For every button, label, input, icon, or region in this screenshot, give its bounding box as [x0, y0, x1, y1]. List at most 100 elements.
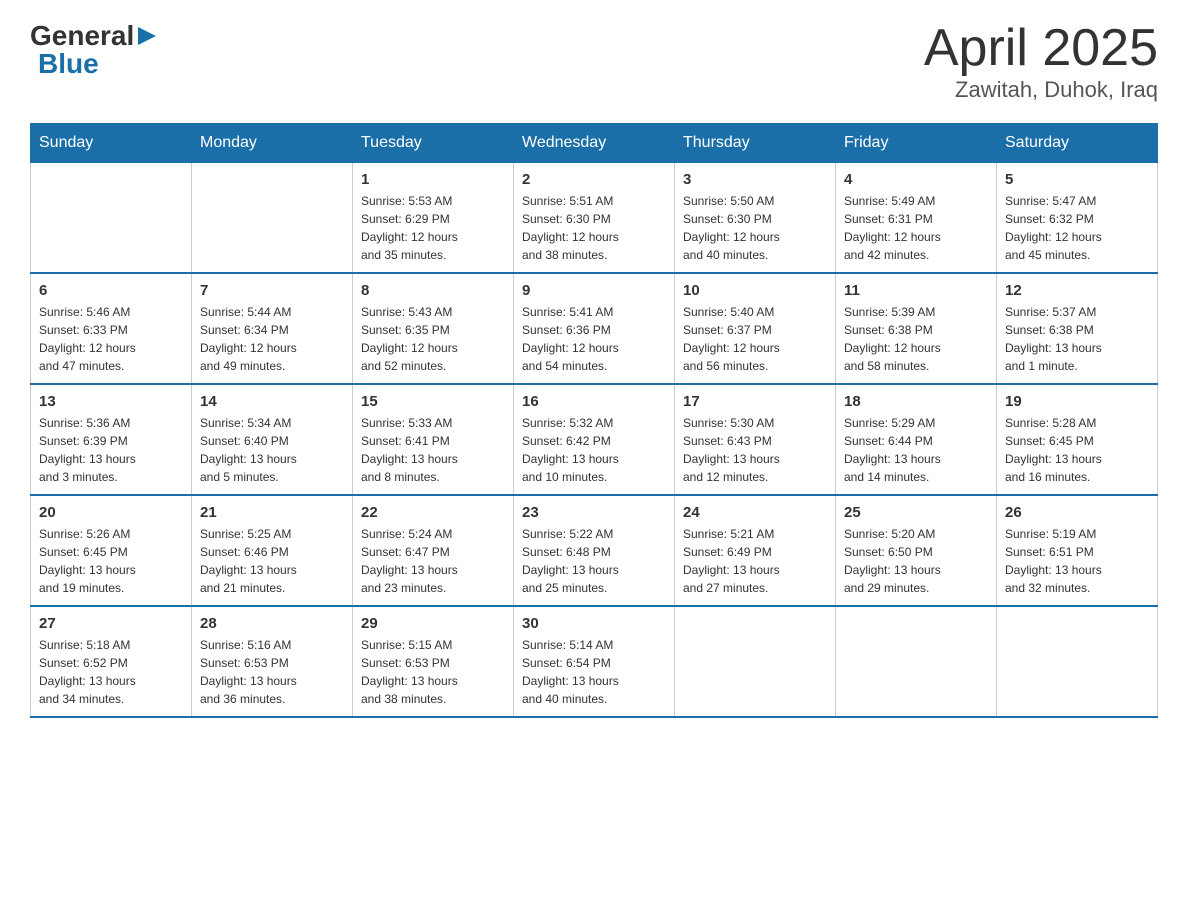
calendar-cell: 2 Sunrise: 5:51 AMSunset: 6:30 PMDaylight… — [514, 163, 675, 274]
day-number: 10 — [683, 282, 827, 299]
calendar-cell: 23Sunrise: 5:22 AMSunset: 6:48 PMDayligh… — [514, 495, 675, 606]
day-info: Sunrise: 5:16 AMSunset: 6:53 PMDaylight:… — [200, 636, 344, 708]
calendar-week-4: 20Sunrise: 5:26 AMSunset: 6:45 PMDayligh… — [31, 495, 1158, 606]
day-number: 5 — [1005, 171, 1149, 188]
day-header-thursday: Thursday — [675, 124, 836, 163]
calendar-week-3: 13Sunrise: 5:36 AMSunset: 6:39 PMDayligh… — [31, 384, 1158, 495]
calendar-cell: 19 Sunrise: 5:28 AMSunset: 6:45 PMDayligh… — [997, 384, 1158, 495]
day-info: Sunrise: 5:29 AMSunset: 6:44 PMDaylight:… — [844, 414, 988, 486]
day-info: Sunrise: 5:15 AMSunset: 6:53 PMDaylight:… — [361, 636, 505, 708]
calendar-cell: 29 Sunrise: 5:15 AMSunset: 6:53 PMDayligh… — [353, 606, 514, 717]
day-number: 12 — [1005, 282, 1149, 299]
calendar-cell: 27Sunrise: 5:18 AMSunset: 6:52 PMDayligh… — [31, 606, 192, 717]
day-info: Sunrise: 5:37 AMSunset: 6:38 PMDaylight:… — [1005, 303, 1149, 375]
calendar-cell: 26 Sunrise: 5:19 AMSunset: 6:51 PMDayligh… — [997, 495, 1158, 606]
day-info: Sunrise: 5:34 AMSunset: 6:40 PMDaylight:… — [200, 414, 344, 486]
day-number: 6 — [39, 282, 183, 299]
calendar-cell — [31, 163, 192, 274]
calendar-week-2: 6 Sunrise: 5:46 AMSunset: 6:33 PMDaylight… — [31, 273, 1158, 384]
calendar-cell: 22 Sunrise: 5:24 AMSunset: 6:47 PMDayligh… — [353, 495, 514, 606]
day-info: Sunrise: 5:40 AMSunset: 6:37 PMDaylight:… — [683, 303, 827, 375]
day-info: Sunrise: 5:51 AMSunset: 6:30 PMDaylight:… — [522, 192, 666, 264]
day-number: 8 — [361, 282, 505, 299]
calendar-week-5: 27Sunrise: 5:18 AMSunset: 6:52 PMDayligh… — [31, 606, 1158, 717]
day-info: Sunrise: 5:18 AMSunset: 6:52 PMDaylight:… — [39, 636, 183, 708]
day-number: 25 — [844, 504, 988, 521]
calendar-cell — [192, 163, 353, 274]
day-number: 16 — [522, 393, 666, 410]
calendar-cell: 9 Sunrise: 5:41 AMSunset: 6:36 PMDaylight… — [514, 273, 675, 384]
day-header-tuesday: Tuesday — [353, 124, 514, 163]
day-number: 17 — [683, 393, 827, 410]
calendar-cell: 13Sunrise: 5:36 AMSunset: 6:39 PMDayligh… — [31, 384, 192, 495]
location-subtitle: Zawitah, Duhok, Iraq — [924, 77, 1158, 103]
day-number: 20 — [39, 504, 183, 521]
logo: General Blue — [30, 20, 158, 80]
calendar-cell: 25Sunrise: 5:20 AMSunset: 6:50 PMDayligh… — [836, 495, 997, 606]
calendar-cell: 17Sunrise: 5:30 AMSunset: 6:43 PMDayligh… — [675, 384, 836, 495]
logo-blue-text: Blue — [38, 48, 99, 79]
calendar-cell: 12 Sunrise: 5:37 AMSunset: 6:38 PMDayligh… — [997, 273, 1158, 384]
day-number: 15 — [361, 393, 505, 410]
day-number: 28 — [200, 615, 344, 632]
day-headers-row: SundayMondayTuesdayWednesdayThursdayFrid… — [31, 124, 1158, 163]
calendar-cell: 3 Sunrise: 5:50 AMSunset: 6:30 PMDaylight… — [675, 163, 836, 274]
day-info: Sunrise: 5:14 AMSunset: 6:54 PMDaylight:… — [522, 636, 666, 708]
day-header-monday: Monday — [192, 124, 353, 163]
day-info: Sunrise: 5:46 AMSunset: 6:33 PMDaylight:… — [39, 303, 183, 375]
month-year-title: April 2025 — [924, 20, 1158, 77]
day-number: 19 — [1005, 393, 1149, 410]
day-number: 4 — [844, 171, 988, 188]
day-info: Sunrise: 5:36 AMSunset: 6:39 PMDaylight:… — [39, 414, 183, 486]
calendar-cell: 1 Sunrise: 5:53 AMSunset: 6:29 PMDaylight… — [353, 163, 514, 274]
page-header: General Blue April 2025 Zawitah, Duhok, … — [30, 20, 1158, 103]
calendar-cell: 16Sunrise: 5:32 AMSunset: 6:42 PMDayligh… — [514, 384, 675, 495]
calendar-cell — [836, 606, 997, 717]
day-number: 18 — [844, 393, 988, 410]
day-number: 2 — [522, 171, 666, 188]
day-info: Sunrise: 5:19 AMSunset: 6:51 PMDaylight:… — [1005, 525, 1149, 597]
calendar-cell: 24 Sunrise: 5:21 AMSunset: 6:49 PMDayligh… — [675, 495, 836, 606]
day-info: Sunrise: 5:47 AMSunset: 6:32 PMDaylight:… — [1005, 192, 1149, 264]
calendar-cell — [997, 606, 1158, 717]
day-number: 7 — [200, 282, 344, 299]
day-info: Sunrise: 5:21 AMSunset: 6:49 PMDaylight:… — [683, 525, 827, 597]
day-number: 22 — [361, 504, 505, 521]
day-number: 26 — [1005, 504, 1149, 521]
calendar-cell: 11 Sunrise: 5:39 AMSunset: 6:38 PMDayligh… — [836, 273, 997, 384]
day-number: 30 — [522, 615, 666, 632]
day-number: 1 — [361, 171, 505, 188]
calendar-table: SundayMondayTuesdayWednesdayThursdayFrid… — [30, 123, 1158, 718]
day-info: Sunrise: 5:39 AMSunset: 6:38 PMDaylight:… — [844, 303, 988, 375]
calendar-cell: 20Sunrise: 5:26 AMSunset: 6:45 PMDayligh… — [31, 495, 192, 606]
calendar-cell — [675, 606, 836, 717]
calendar-cell: 10 Sunrise: 5:40 AMSunset: 6:37 PMDayligh… — [675, 273, 836, 384]
day-number: 24 — [683, 504, 827, 521]
day-info: Sunrise: 5:41 AMSunset: 6:36 PMDaylight:… — [522, 303, 666, 375]
calendar-cell: 18 Sunrise: 5:29 AMSunset: 6:44 PMDayligh… — [836, 384, 997, 495]
calendar-cell: 7 Sunrise: 5:44 AMSunset: 6:34 PMDaylight… — [192, 273, 353, 384]
calendar-cell: 4 Sunrise: 5:49 AMSunset: 6:31 PMDaylight… — [836, 163, 997, 274]
day-info: Sunrise: 5:28 AMSunset: 6:45 PMDaylight:… — [1005, 414, 1149, 486]
day-number: 29 — [361, 615, 505, 632]
day-header-saturday: Saturday — [997, 124, 1158, 163]
calendar-body: 1 Sunrise: 5:53 AMSunset: 6:29 PMDaylight… — [31, 163, 1158, 718]
day-info: Sunrise: 5:44 AMSunset: 6:34 PMDaylight:… — [200, 303, 344, 375]
day-info: Sunrise: 5:22 AMSunset: 6:48 PMDaylight:… — [522, 525, 666, 597]
day-number: 11 — [844, 282, 988, 299]
day-header-wednesday: Wednesday — [514, 124, 675, 163]
day-header-friday: Friday — [836, 124, 997, 163]
day-number: 21 — [200, 504, 344, 521]
day-info: Sunrise: 5:43 AMSunset: 6:35 PMDaylight:… — [361, 303, 505, 375]
day-number: 3 — [683, 171, 827, 188]
day-info: Sunrise: 5:49 AMSunset: 6:31 PMDaylight:… — [844, 192, 988, 264]
day-info: Sunrise: 5:53 AMSunset: 6:29 PMDaylight:… — [361, 192, 505, 264]
day-info: Sunrise: 5:50 AMSunset: 6:30 PMDaylight:… — [683, 192, 827, 264]
day-info: Sunrise: 5:33 AMSunset: 6:41 PMDaylight:… — [361, 414, 505, 486]
day-info: Sunrise: 5:24 AMSunset: 6:47 PMDaylight:… — [361, 525, 505, 597]
day-number: 14 — [200, 393, 344, 410]
calendar-cell: 21Sunrise: 5:25 AMSunset: 6:46 PMDayligh… — [192, 495, 353, 606]
calendar-cell: 6 Sunrise: 5:46 AMSunset: 6:33 PMDaylight… — [31, 273, 192, 384]
day-number: 9 — [522, 282, 666, 299]
calendar-week-1: 1 Sunrise: 5:53 AMSunset: 6:29 PMDaylight… — [31, 163, 1158, 274]
